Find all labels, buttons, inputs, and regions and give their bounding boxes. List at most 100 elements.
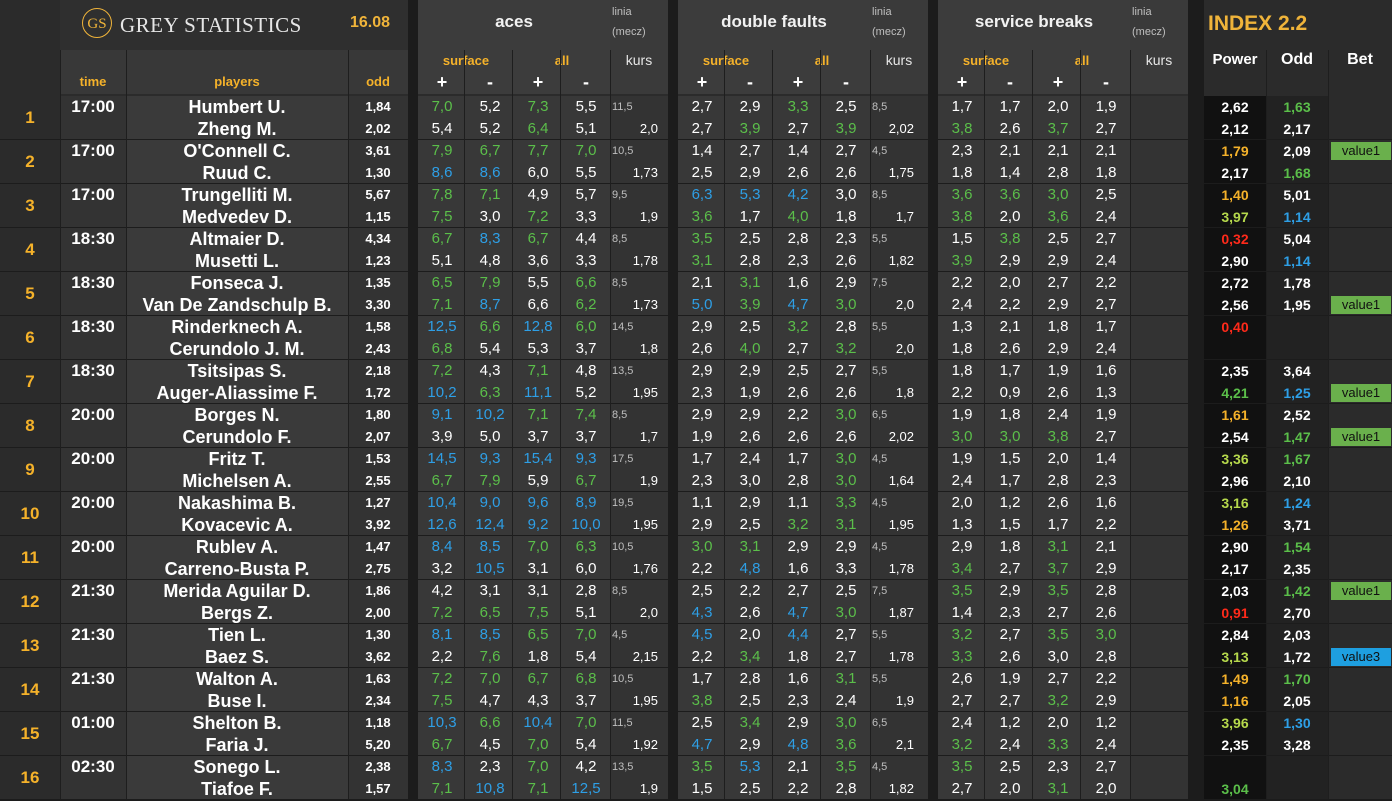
- player-name: Walton A.: [196, 669, 278, 689]
- sb-value: 1,7: [999, 362, 1021, 379]
- odd2-value: [1266, 316, 1328, 338]
- aces-value: 7,0: [527, 758, 549, 775]
- player-name: Tiafoe F.: [201, 779, 273, 799]
- df-value: 2,8: [787, 230, 809, 247]
- aces-value: 8,9: [575, 494, 597, 511]
- power-value: 2,84: [1221, 627, 1249, 643]
- df-value: 2,9: [691, 318, 713, 335]
- aces-value: 3,7: [527, 428, 549, 445]
- power-value: 2,03: [1221, 583, 1249, 599]
- player-odd: 1,84: [365, 99, 391, 114]
- sb-value: 2,1: [1095, 142, 1117, 159]
- aces-value: 6,7: [431, 472, 453, 489]
- sb-kurs-cell: [1130, 668, 1188, 712]
- df-value: 1,9: [691, 428, 713, 445]
- aces-value: 12,8: [523, 318, 553, 335]
- odd2-value: 1,70: [1283, 671, 1311, 687]
- df-value: 3,4: [739, 714, 761, 731]
- column-separator: [1032, 50, 1033, 799]
- df-kurs: 1,82: [888, 253, 914, 268]
- df-value: 3,5: [691, 758, 713, 775]
- player-odd: 1,30: [365, 627, 391, 642]
- player-odd: 1,57: [365, 781, 391, 796]
- df-value: 1,1: [691, 494, 713, 511]
- df-value: 2,1: [691, 274, 713, 291]
- aces-kurs: 1,73: [632, 165, 658, 180]
- aces-value: 5,2: [575, 384, 597, 401]
- df-value: 2,3: [691, 472, 713, 489]
- column-separator: [724, 50, 725, 799]
- aces-value: 14,5: [427, 450, 457, 467]
- aces-value: 9,6: [527, 494, 549, 511]
- aces-line: 9,5: [612, 189, 628, 201]
- power-value: 1,61: [1221, 407, 1249, 423]
- sb-value: 2,7: [951, 780, 973, 797]
- stats-table: GS GREY STATISTICS 16.08 INDEX 2.2 aces doubl…: [0, 0, 1392, 801]
- aces-value: 7,0: [575, 142, 597, 159]
- bet-header: Bet: [1347, 51, 1373, 68]
- bet-cell: [1328, 316, 1392, 360]
- sb-value: 2,7: [951, 692, 973, 709]
- odd2-value: 1,72: [1283, 649, 1311, 665]
- sb-value: 2,4: [951, 296, 973, 313]
- odd2-value: 1,78: [1283, 275, 1311, 291]
- sb-value: 2,7: [1047, 604, 1069, 621]
- sb-value: 3,0: [999, 428, 1021, 445]
- bet-cell: [1328, 96, 1392, 140]
- df-value: 2,9: [691, 516, 713, 533]
- aces-value: 2,2: [431, 648, 453, 665]
- df-value: 3,9: [739, 120, 761, 137]
- aces-kurs: 1,9: [639, 209, 658, 224]
- power-value: [1204, 338, 1266, 360]
- aces-value: 6,6: [575, 274, 597, 291]
- sb-value: 2,9: [999, 582, 1021, 599]
- sb-value: 2,9: [951, 538, 973, 555]
- sb-value: 2,5: [1047, 230, 1069, 247]
- sb-value: 3,3: [951, 648, 973, 665]
- aces-line: 10,5: [612, 673, 634, 685]
- aces-value: 6,0: [527, 164, 549, 181]
- player-name: Carreno-Busta P.: [164, 559, 310, 579]
- aces-value: 6,7: [527, 670, 549, 687]
- aces-value: 6,6: [479, 714, 501, 731]
- sb-value: 2,7: [1095, 120, 1117, 137]
- player-name: Baez S.: [204, 647, 270, 667]
- df-value: 3,0: [835, 406, 857, 423]
- df-value: 2,2: [787, 780, 809, 797]
- df-line: 5,5: [872, 673, 888, 685]
- match-number: 16: [20, 768, 40, 787]
- df-value: 2,9: [739, 98, 761, 115]
- sb-value: 1,2: [1095, 714, 1117, 731]
- player-name: Borges N.: [194, 405, 280, 425]
- df-value: 3,9: [739, 296, 761, 313]
- aces-value: 4,2: [575, 758, 597, 775]
- sb-kurs-cell: [1130, 360, 1188, 404]
- sb-value: 2,6: [1047, 384, 1069, 401]
- df-value: 2,3: [835, 230, 857, 247]
- sb-value: 2,4: [1095, 340, 1117, 357]
- df-value: 2,8: [835, 780, 857, 797]
- power-value: 1,26: [1221, 517, 1249, 533]
- aces-value: 5,4: [575, 736, 597, 753]
- aces-value: 4,7: [479, 692, 501, 709]
- kurs-label-2: kurs: [1145, 52, 1173, 68]
- sb-value: 2,9: [1047, 296, 1069, 313]
- aces-kurs: 1,7: [639, 429, 658, 444]
- match-number: 1: [25, 108, 35, 127]
- aces-line: 17,5: [612, 453, 634, 465]
- bet-cell: [1328, 492, 1392, 536]
- power-value: 2,17: [1221, 561, 1249, 577]
- df-kurs: 1,78: [888, 561, 914, 576]
- df-value: 4,3: [691, 604, 713, 621]
- df-value: 2,9: [691, 362, 713, 379]
- aces-kurs: 1,95: [632, 517, 658, 532]
- sb-value: 2,7: [1047, 670, 1069, 687]
- sb-value: 1,3: [951, 318, 973, 335]
- player-name: Humbert U.: [188, 97, 286, 117]
- odd2-value: 2,52: [1283, 407, 1311, 423]
- player-odd: 2,55: [365, 473, 391, 488]
- df-value: 3,3: [835, 560, 857, 577]
- sb-value: 3,0: [951, 428, 973, 445]
- df-value: 2,8: [739, 252, 761, 269]
- df-value: 2,7: [787, 120, 809, 137]
